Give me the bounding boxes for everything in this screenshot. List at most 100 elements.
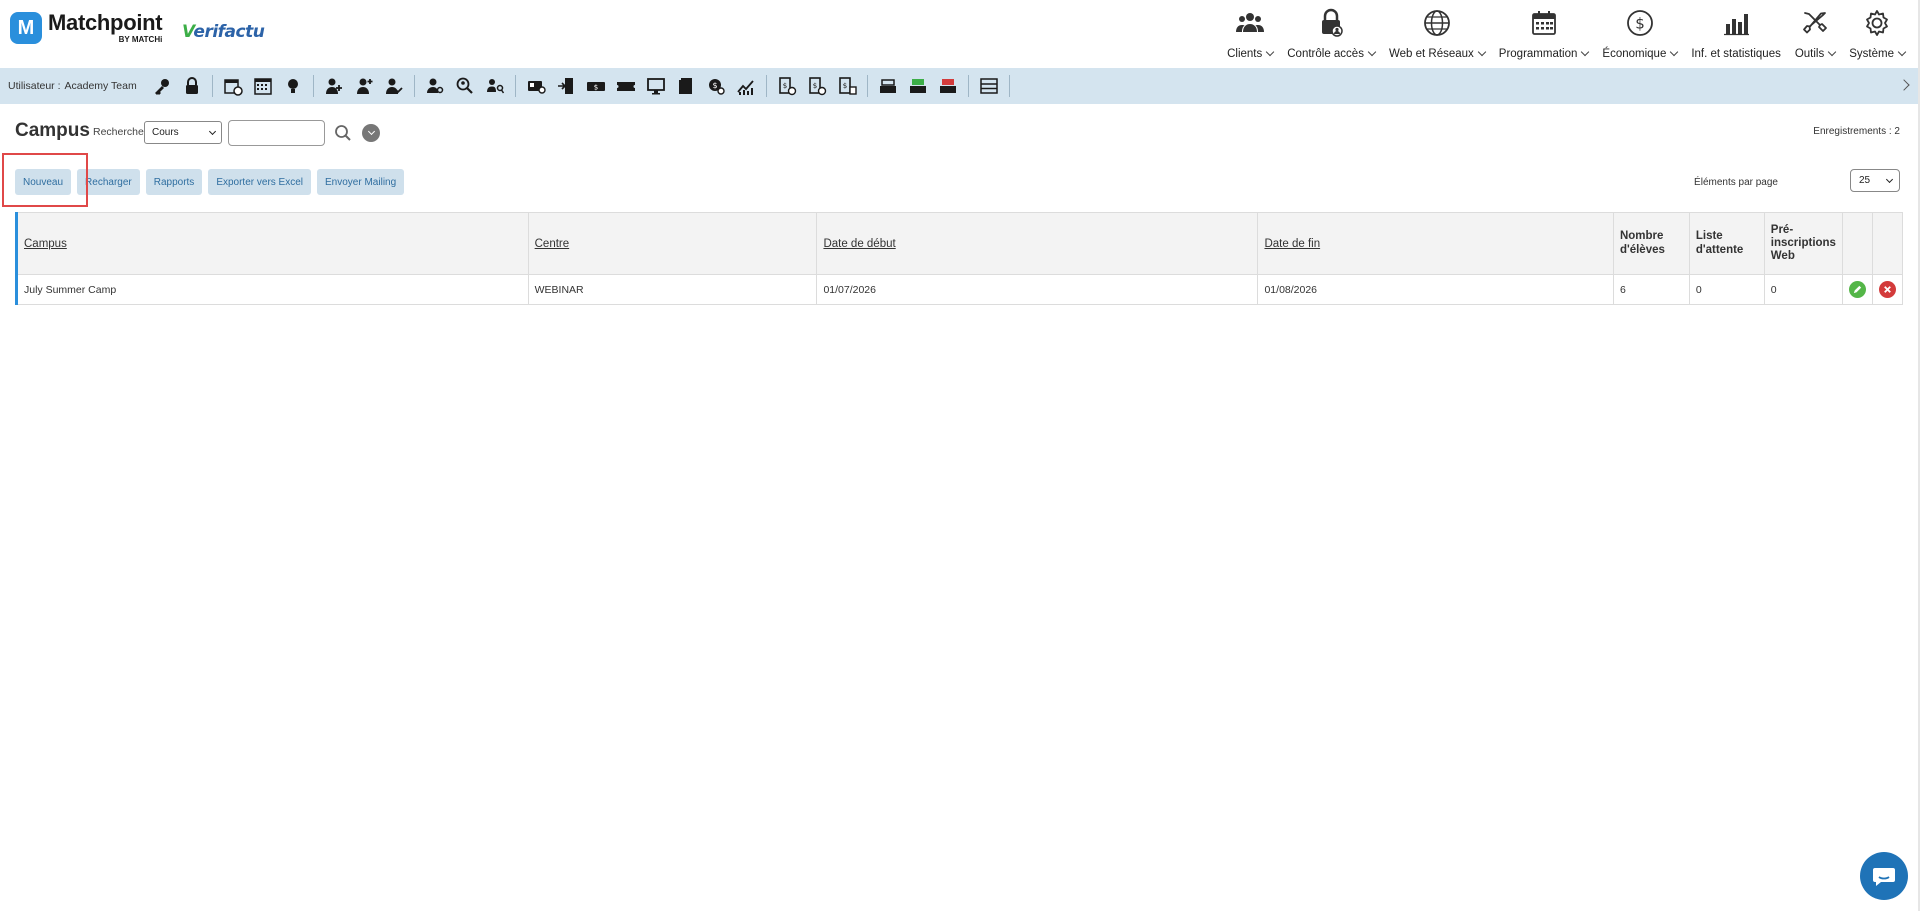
col-edit bbox=[1842, 212, 1873, 275]
matchpoint-logo[interactable]: M Matchpoint BY MATCHi bbox=[10, 12, 163, 44]
per-page-label: Éléments par page bbox=[1694, 177, 1778, 188]
toolbar-divider bbox=[514, 75, 516, 97]
col-delete bbox=[1872, 212, 1904, 275]
receipt-clock-icon[interactable]: $ bbox=[775, 74, 799, 98]
receipt-list-icon[interactable]: $ bbox=[835, 74, 859, 98]
search-type-value: Cours bbox=[152, 127, 179, 138]
delete-button[interactable] bbox=[1878, 281, 1896, 298]
chevron-down-icon bbox=[1266, 47, 1275, 57]
id-card-icon[interactable] bbox=[524, 74, 548, 98]
cell-end-date: 01/08/2026 bbox=[1257, 274, 1614, 305]
cash-register-closed-icon[interactable] bbox=[936, 74, 960, 98]
door-exit-icon[interactable] bbox=[554, 74, 578, 98]
col-students: Nombre d'élèves bbox=[1613, 212, 1690, 275]
receipt-check-icon[interactable]: $ bbox=[805, 74, 829, 98]
col-waitlist: Liste d'attente bbox=[1689, 212, 1765, 275]
nav-tools[interactable]: Outils bbox=[1788, 6, 1842, 60]
page-title: Campus bbox=[15, 120, 90, 141]
col-end-date[interactable]: Date de fin bbox=[1257, 212, 1614, 275]
send-mailing-button[interactable]: Envoyer Mailing bbox=[317, 169, 405, 195]
toolbar-divider bbox=[413, 75, 415, 97]
toolbar-divider bbox=[866, 75, 868, 97]
col-prereg: Pré-inscriptions Web bbox=[1764, 212, 1843, 275]
ticket-icon[interactable] bbox=[614, 74, 638, 98]
nav-statistics[interactable]: Inf. et statistiques bbox=[1684, 6, 1788, 60]
user-search-alt-icon[interactable] bbox=[483, 74, 507, 98]
edit-button[interactable] bbox=[1848, 281, 1866, 298]
toolbar-divider bbox=[211, 75, 213, 97]
main-nav: Clients Contrôle accès Web et Réseaux Pr… bbox=[1220, 6, 1912, 62]
per-page-select[interactable]: 25 bbox=[1850, 169, 1900, 192]
verifactu-logo: Verifactu bbox=[182, 22, 265, 42]
toolbar-divider bbox=[967, 75, 969, 97]
coins-icon[interactable]: $ bbox=[704, 74, 728, 98]
svg-text:$: $ bbox=[712, 81, 717, 90]
col-campus[interactable]: Campus bbox=[16, 212, 529, 275]
add-user-icon[interactable] bbox=[322, 74, 346, 98]
col-centre[interactable]: Centre bbox=[528, 212, 818, 275]
chevron-down-icon bbox=[1828, 47, 1837, 57]
document-icon[interactable] bbox=[674, 74, 698, 98]
cell-campus[interactable]: July Summer Camp bbox=[16, 274, 529, 305]
search-input[interactable] bbox=[228, 120, 325, 146]
lock-icon[interactable] bbox=[180, 74, 204, 98]
nav-access-control[interactable]: Contrôle accès bbox=[1280, 6, 1382, 60]
search-type-select[interactable]: Cours bbox=[144, 121, 222, 144]
gear-icon bbox=[1866, 10, 1889, 36]
monitor-icon[interactable] bbox=[644, 74, 668, 98]
pencil-icon bbox=[1853, 285, 1862, 294]
nav-system-label: Système bbox=[1849, 48, 1894, 60]
nav-web-networks[interactable]: Web et Réseaux bbox=[1382, 6, 1492, 60]
new-button[interactable]: Nouveau bbox=[15, 169, 72, 195]
nav-system[interactable]: Système bbox=[1842, 6, 1912, 60]
key-icon[interactable] bbox=[150, 74, 174, 98]
chevron-down-icon bbox=[1367, 47, 1377, 57]
reports-button[interactable]: Rapports bbox=[145, 169, 203, 195]
export-excel-button[interactable]: Exporter vers Excel bbox=[208, 169, 312, 195]
nav-tools-label: Outils bbox=[1794, 48, 1825, 60]
user-check-icon[interactable] bbox=[382, 74, 406, 98]
calendar-clock-icon[interactable] bbox=[221, 74, 245, 98]
col-start-date[interactable]: Date de début bbox=[816, 212, 1259, 275]
nav-clients[interactable]: Clients bbox=[1220, 6, 1280, 60]
chat-icon bbox=[1873, 868, 1895, 886]
search-icon[interactable] bbox=[334, 124, 352, 142]
line-chart-icon[interactable] bbox=[734, 74, 758, 98]
user-search-icon[interactable] bbox=[423, 74, 447, 98]
table-row[interactable]: July Summer Camp WEBINAR 01/07/2026 01/0… bbox=[16, 274, 1904, 305]
cash-register-open-icon[interactable] bbox=[906, 74, 930, 98]
chevron-down-icon bbox=[1885, 175, 1894, 184]
toolbar-divider bbox=[765, 75, 767, 97]
chat-support-button[interactable] bbox=[1860, 852, 1908, 900]
advanced-search-button[interactable] bbox=[362, 124, 380, 142]
tools-icon bbox=[1803, 12, 1827, 34]
chevron-right-icon[interactable] bbox=[1898, 79, 1910, 91]
per-page-value: 25 bbox=[1859, 175, 1871, 186]
svg-text:$: $ bbox=[593, 84, 597, 92]
nav-clients-label: Clients bbox=[1227, 48, 1263, 60]
ticket-dollar-icon[interactable]: $ bbox=[584, 74, 608, 98]
lightbulb-icon[interactable] bbox=[281, 74, 305, 98]
nav-statistics-label: Inf. et statistiques bbox=[1691, 48, 1781, 60]
chevron-down-icon bbox=[208, 127, 217, 136]
drawer-icon[interactable] bbox=[977, 74, 1001, 98]
reload-button[interactable]: Recharger bbox=[77, 169, 140, 195]
chevron-down-icon bbox=[1477, 47, 1487, 57]
chevron-down-icon bbox=[1581, 47, 1590, 57]
action-bar: Nouveau Recharger Rapports Exporter vers… bbox=[15, 169, 410, 195]
svg-text:$: $ bbox=[1635, 15, 1645, 33]
top-header: M Matchpoint BY MATCHi Verifactu Clients… bbox=[0, 0, 1920, 68]
nav-programming[interactable]: Programmation bbox=[1492, 6, 1596, 60]
chevron-down-icon bbox=[367, 127, 375, 136]
nav-economic[interactable]: $ Économique bbox=[1595, 6, 1684, 60]
add-user-alt-icon[interactable] bbox=[352, 74, 376, 98]
cell-students: 6 bbox=[1613, 274, 1690, 305]
globe-icon bbox=[1423, 10, 1450, 36]
bar-chart-icon bbox=[1724, 14, 1750, 36]
cash-register-icon[interactable] bbox=[876, 74, 900, 98]
search-person-icon[interactable] bbox=[453, 74, 477, 98]
svg-text:$: $ bbox=[842, 82, 846, 90]
nav-access-label: Contrôle accès bbox=[1287, 48, 1364, 60]
calendar-grid-icon[interactable] bbox=[251, 74, 275, 98]
nav-programming-label: Programmation bbox=[1498, 48, 1578, 60]
